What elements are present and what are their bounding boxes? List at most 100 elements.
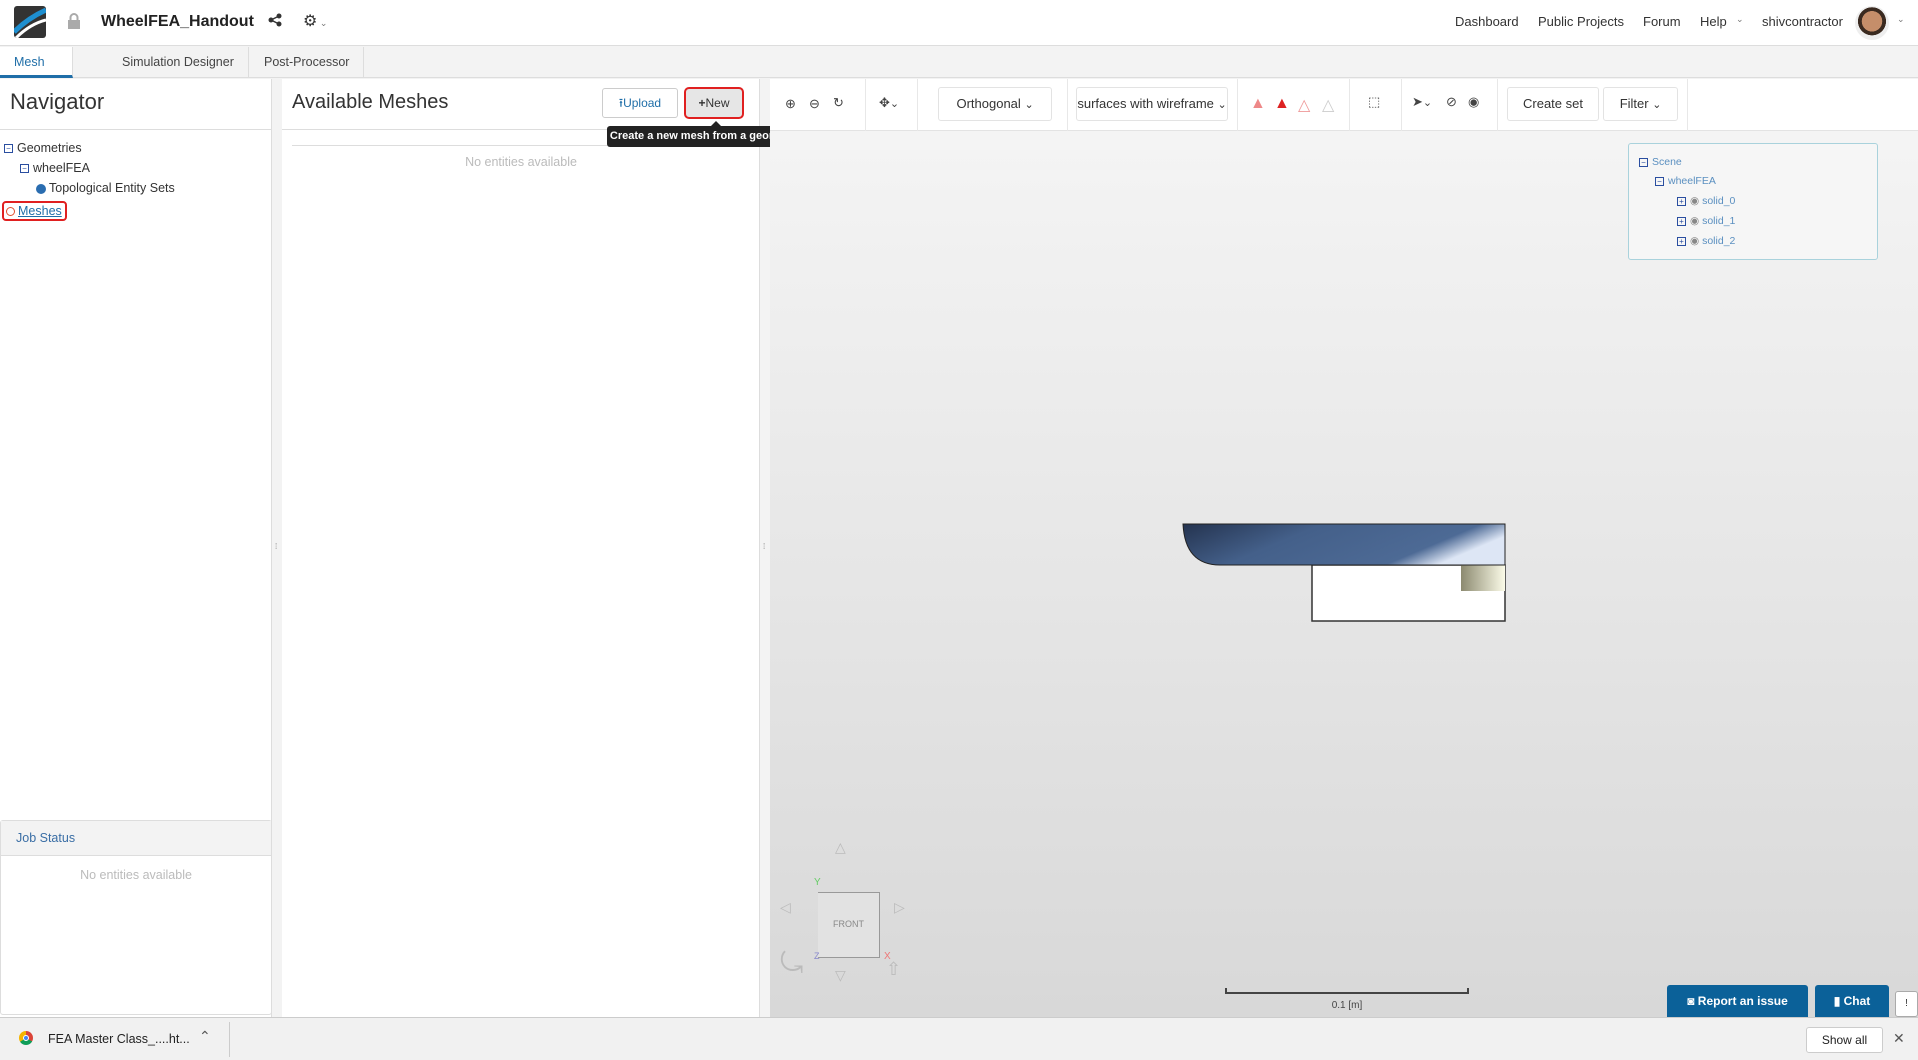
tree-label: Topological Entity Sets [49,181,175,195]
tab-simulation-designer[interactable]: Simulation Designer [108,47,249,78]
render-mode-dropdown[interactable]: surfaces with wireframe ⌄ [1076,87,1228,121]
close-icon[interactable]: ✕ [1893,1030,1905,1047]
axis-z-label: Z [814,951,820,961]
download-item[interactable]: FEA Master Class_....ht... [48,1032,190,1046]
wheel-model[interactable] [1180,519,1520,629]
zoom-group: ⊕ ⊖ ↻ [770,79,866,131]
divider [0,129,272,130]
feedback-tab[interactable]: ! [1895,991,1918,1017]
selection-mode-group: ▲ ▲ △ △ [1238,79,1350,131]
tree-item-geometries[interactable]: − Geometries [4,141,82,155]
chat-button[interactable]: ▮ Chat [1815,985,1889,1017]
create-set-button[interactable]: Create set [1507,87,1599,121]
tree-label: Geometries [17,141,82,155]
eye-icon[interactable]: ◉ [1690,215,1702,227]
home-icon[interactable]: ⇧ [886,959,901,980]
scene-solid[interactable]: + ◉ solid_0 [1677,195,1735,207]
avatar[interactable] [1855,6,1889,40]
select-face-icon[interactable]: ▲ [1274,95,1290,113]
scale-bar-label: 0.1 [m] [1331,1000,1363,1011]
app-logo[interactable] [14,6,46,38]
expand-icon[interactable]: + [1677,236,1686,246]
refresh-icon[interactable]: ↻ [833,95,844,111]
report-issue-button[interactable]: ◙ Report an issue [1667,985,1808,1017]
username[interactable]: shivcontractor [1762,14,1843,29]
show-all-button[interactable]: Show all [1806,1027,1883,1053]
eye-icon[interactable]: ◉ [1690,235,1702,247]
chevron-down-icon[interactable]: ⌄ [1897,14,1905,25]
chevron-down-icon: ⌄ [1736,14,1744,24]
resize-handle[interactable]: ⁞ [275,542,277,551]
tab-post-processor[interactable]: Post-Processor [250,47,365,78]
chat-icon: ▮ [1833,994,1844,1008]
projection-dropdown[interactable]: Orthogonal ⌄ [938,87,1052,121]
hide-icon[interactable]: ⊘ [1446,94,1457,110]
nav-public-projects[interactable]: Public Projects [1538,14,1624,29]
box-select-icon[interactable]: ⬚ [1368,94,1380,110]
button-label: New [705,96,730,110]
nav-help[interactable]: Help [1700,14,1727,29]
eye-icon[interactable]: ◉ [1468,94,1479,110]
scene-root[interactable]: − Scene [1639,156,1682,168]
circle-icon [36,183,46,194]
rotate-left-icon[interactable]: ◁ [780,899,791,916]
select-vertex-icon[interactable]: △ [1322,95,1334,115]
chrome-icon [19,1031,33,1045]
eye-icon[interactable]: ◉ [1690,195,1702,207]
collapse-icon[interactable]: − [4,144,13,154]
select-edge-icon[interactable]: △ [1298,95,1310,115]
settings-gear-icon[interactable]: ⚙ ⌄ [303,11,327,31]
collapse-icon[interactable]: − [1655,176,1664,186]
zoom-in-icon[interactable]: ⊕ [785,96,796,112]
zoom-out-icon[interactable]: ⊖ [809,96,820,112]
move-icon[interactable]: ✥⌄ [879,95,899,111]
select-body-icon[interactable]: ▲ [1250,95,1266,113]
chevron-up-icon[interactable]: ⌃ [199,1028,211,1045]
scene-tree: − Scene − wheelFEA + ◉ solid_0 + ◉ solid_1 +… [1628,143,1878,260]
filter-dropdown[interactable]: Filter ⌄ [1603,87,1678,121]
resize-handle[interactable]: ⁞ [763,542,765,551]
lock-icon [67,13,81,29]
collapse-icon[interactable]: − [1639,157,1648,167]
button-label: Chat [1843,994,1871,1008]
nav-forum[interactable]: Forum [1643,14,1681,29]
scene-model[interactable]: − wheelFEA [1655,175,1716,187]
rotate-around-icon[interactable]: ⤿ [780,947,803,980]
share-icon[interactable] [268,13,282,32]
dropdown-label: Orthogonal [956,96,1021,111]
divider [229,1022,230,1057]
button-label: Report an issue [1697,994,1788,1008]
axis-y-label: Y [814,877,821,888]
tree-item-topological-sets[interactable]: Topological Entity Sets [36,181,175,195]
circle-outline-icon [6,207,15,217]
tree-item-meshes[interactable]: Meshes [2,201,67,221]
dropdown-label: Filter [1619,96,1649,111]
rotate-down-icon[interactable]: ▽ [835,967,846,984]
download-bar: FEA Master Class_....ht... ⌃ Show all ✕ [0,1017,1918,1060]
face-label: FRONT [833,919,864,929]
3d-viewer[interactable]: ⊕ ⊖ ↻ ✥⌄ Orthogonal ⌄ surfaces with wire… [770,79,1918,1017]
rotate-right-icon[interactable]: ▷ [894,899,905,916]
new-mesh-button[interactable]: +New [684,87,744,119]
tree-label: Meshes [18,204,62,218]
navigation-cube[interactable]: △ ◁ ▷ ▽ ⤿ ⇧ FRONT Y X Z [780,839,930,1009]
upload-button[interactable]: ⭱Upload [602,88,678,118]
scene-solid[interactable]: + ◉ solid_1 [1677,215,1735,227]
expand-icon[interactable]: + [1677,196,1686,206]
collapse-icon[interactable]: − [20,164,29,174]
empty-message: No entities available [80,868,192,882]
project-title: WheelFEA_Handout [101,13,254,30]
top-header: WheelFEA_Handout ⚙ ⌄ Dashboard Public Pr… [0,0,1918,46]
rotate-up-icon[interactable]: △ [835,839,846,856]
dropdown-label: surfaces with wireframe [1077,96,1214,111]
tab-mesh-creator[interactable]: Mesh Creator [0,47,73,99]
tree-item-wheelfea[interactable]: − wheelFEA [20,161,90,175]
front-face[interactable]: FRONT [818,892,880,958]
tree-label: solid_1 [1702,215,1736,227]
nav-dashboard[interactable]: Dashboard [1455,14,1519,29]
report-icon: ◙ [1687,994,1698,1008]
pointer-icon[interactable]: ➤⌄ [1412,94,1432,110]
scene-solid[interactable]: + ◉ solid_2 [1677,235,1735,247]
tree-label: solid_2 [1702,235,1736,247]
expand-icon[interactable]: + [1677,216,1686,226]
